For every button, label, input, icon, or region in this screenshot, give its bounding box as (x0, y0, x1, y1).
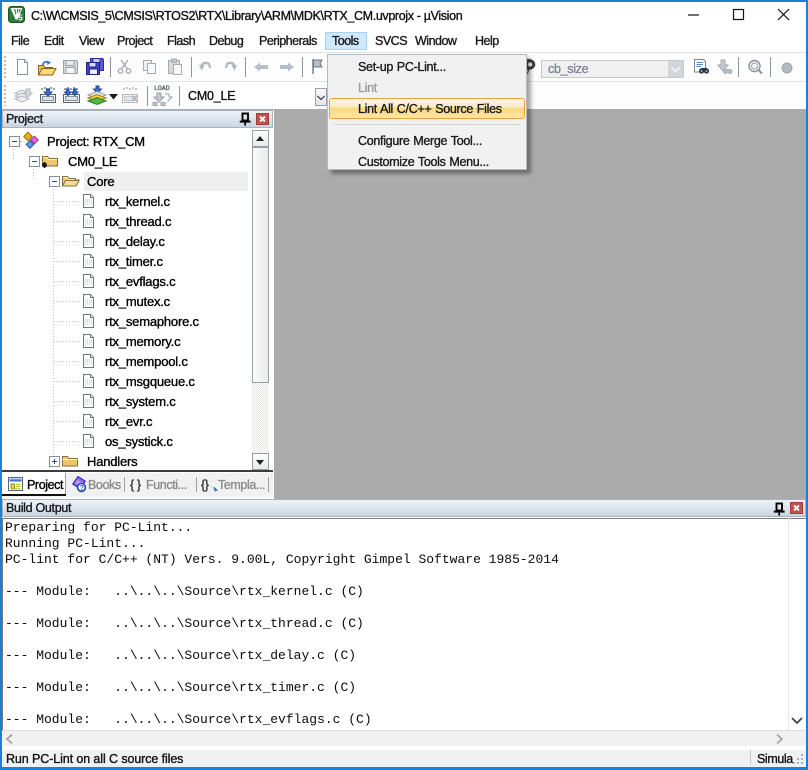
svg-text:5: 5 (18, 14, 23, 23)
svg-text:?: ? (80, 483, 85, 492)
